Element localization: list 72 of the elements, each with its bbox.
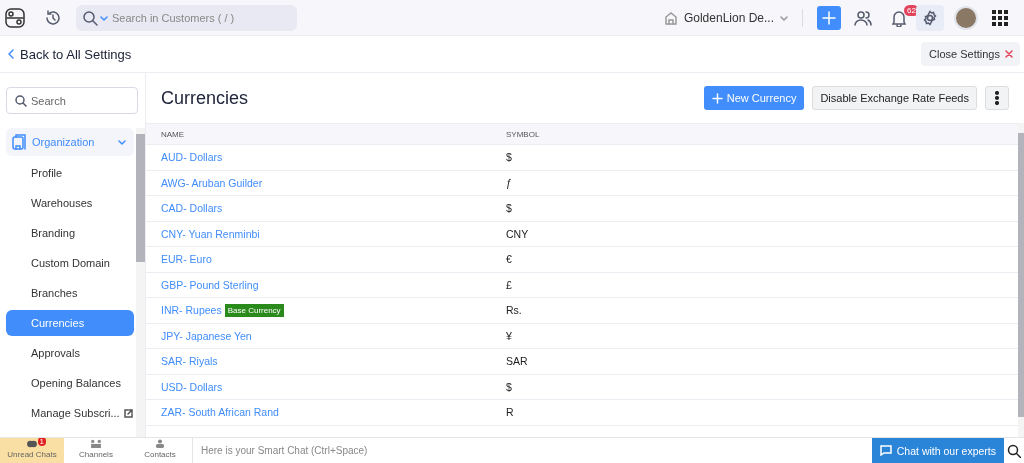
table-cell: Rs. <box>506 304 522 317</box>
avatar[interactable] <box>954 5 978 30</box>
table-cell: ƒ <box>506 176 512 189</box>
disable-feeds-button[interactable]: Disable Exchange Rate Feeds <box>812 86 977 110</box>
table-cell: SAR <box>506 355 528 368</box>
search-field[interactable]: Search in Customers ( / ) <box>76 4 297 31</box>
currency-link[interactable]: USD- Dollars <box>161 380 223 393</box>
plus-icon <box>822 10 836 25</box>
sidebar-section[interactable]: Organization <box>6 128 134 156</box>
sidebar-item[interactable]: Opening Balances <box>6 370 134 396</box>
more-icon <box>995 91 999 105</box>
chevron-left-icon <box>8 49 14 59</box>
currency-link[interactable]: EUR- Euro <box>161 253 212 266</box>
chevron-down-icon <box>118 138 126 146</box>
sidebar-item[interactable]: Custom Domain <box>6 250 134 276</box>
search-field[interactable]: Search <box>6 87 138 114</box>
users-icon <box>854 9 872 26</box>
grid-icon <box>992 9 1008 26</box>
more-button[interactable] <box>985 86 1009 110</box>
plus-icon <box>711 92 723 104</box>
chat-experts-button[interactable]: Chat with our experts <box>871 438 1004 463</box>
currency-link[interactable]: ZAR- South African Rand <box>161 406 279 419</box>
scrollbar[interactable] <box>136 128 145 437</box>
close-icon <box>1005 50 1013 58</box>
organization-switcher[interactable]: GoldenLion De... <box>663 10 788 25</box>
currency-link[interactable]: AUD- Dollars <box>161 151 223 164</box>
search-icon <box>1007 443 1021 458</box>
scrollbar-thumb[interactable] <box>136 134 145 262</box>
sidebar-item[interactable]: Manage Subscri... <box>6 400 134 426</box>
table-cell: $ <box>506 202 512 215</box>
new-currency-button[interactable]: New Currency <box>703 86 805 110</box>
logo-icon <box>4 6 26 29</box>
unread-count: 1 <box>37 438 46 446</box>
currency-link[interactable]: JPY- Japanese Yen <box>161 329 252 342</box>
page-title: Currencies <box>161 87 249 109</box>
person-icon <box>153 439 167 448</box>
table-cell: $ <box>506 380 512 393</box>
bell-icon <box>891 8 907 27</box>
table-cell: R <box>506 406 514 419</box>
table-cell: $ <box>506 151 512 164</box>
column-header: SYMBOL <box>506 129 541 139</box>
column-header: NAME <box>161 129 186 139</box>
currency-link[interactable]: CAD- Dollars <box>161 202 223 215</box>
currency-link[interactable]: SAR- Riyals <box>161 355 218 368</box>
sidebar-item[interactable]: Branding <box>6 220 134 246</box>
building-icon <box>12 134 26 150</box>
people-icon <box>89 439 103 448</box>
bottom-tab[interactable]: 1 Unread Chats <box>0 438 64 463</box>
caret-icon <box>780 13 788 22</box>
search-icon <box>15 95 27 107</box>
currency-link[interactable]: INR- Rupees <box>161 304 222 317</box>
chat-input[interactable]: Here is your Smart Chat (Ctrl+Space) <box>192 438 872 463</box>
building-icon <box>663 10 678 25</box>
table-cell: € <box>506 253 512 266</box>
back-link[interactable]: Back to All Settings <box>8 46 132 62</box>
close-settings-button[interactable]: Close Settings <box>921 42 1020 66</box>
add-button[interactable] <box>817 5 841 30</box>
currency-link[interactable]: AWG- Aruban Guilder <box>161 176 263 189</box>
currency-link[interactable]: GBP- Pound Sterling <box>161 278 259 291</box>
table-cell: CNY <box>506 227 529 240</box>
table-cell: ¥ <box>506 329 512 342</box>
settings-icon <box>922 9 938 26</box>
history-icon <box>44 8 62 27</box>
table-cell: £ <box>506 278 512 291</box>
sidebar-item[interactable]: Approvals <box>6 340 134 366</box>
base-currency-badge: Base Currency <box>224 303 284 317</box>
settings-button[interactable] <box>916 4 944 31</box>
currency-link[interactable]: CNY- Yuan Renminbi <box>161 227 260 240</box>
sidebar-item[interactable]: Warehouses <box>6 190 134 216</box>
sidebar-item[interactable]: Branches <box>6 280 134 306</box>
sidebar-item[interactable]: Currencies <box>6 310 134 336</box>
sidebar-item[interactable]: Profile <box>6 160 134 186</box>
